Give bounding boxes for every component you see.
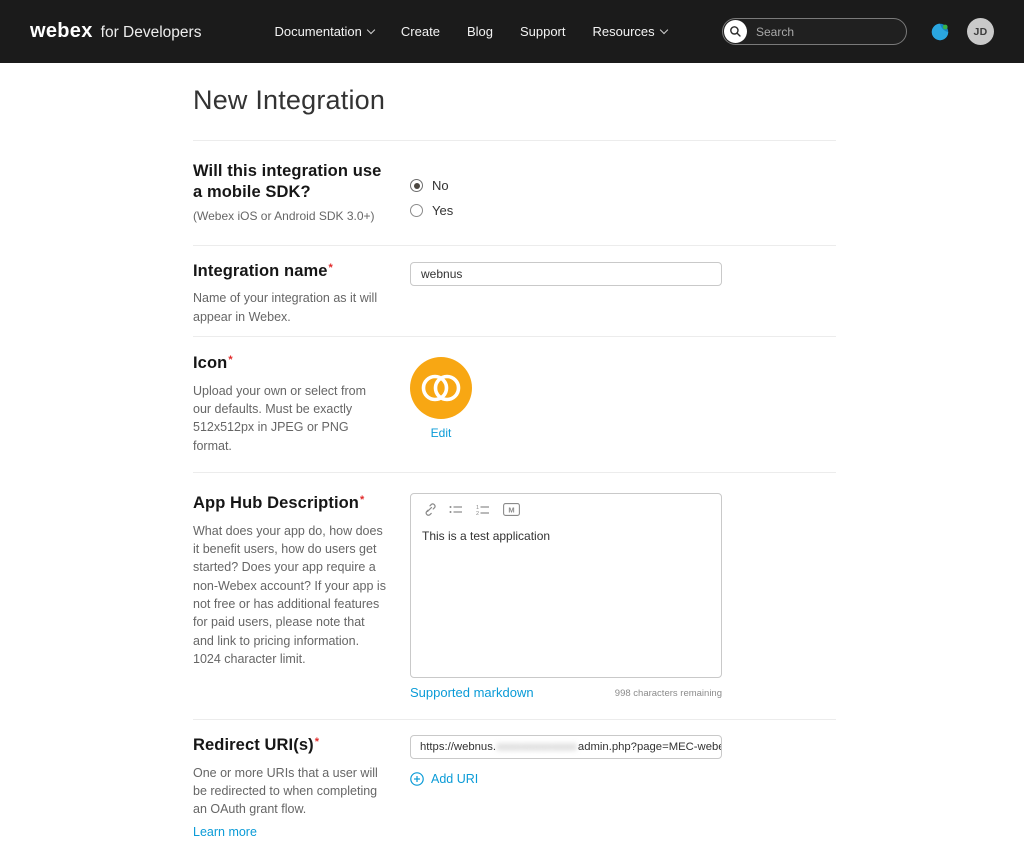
app-hub-description-text: What does your app do, how does it benef… xyxy=(193,522,386,669)
redirect-uri-label: Redirect URI(s)* xyxy=(193,735,386,756)
nav-item-documentation[interactable]: Documentation xyxy=(274,24,373,39)
nav-label: Blog xyxy=(467,24,493,39)
svg-text:M: M xyxy=(508,506,514,515)
redirect-uri-description: One or more URIs that a user will be red… xyxy=(193,764,386,819)
description-editor[interactable]: 12 M This is a test application xyxy=(410,493,722,678)
integration-name-label: Integration name* xyxy=(193,261,386,282)
section-icon: Icon* Upload your own or select from our… xyxy=(193,337,836,473)
radio-yes-icon[interactable] xyxy=(410,204,423,217)
radio-option-no[interactable]: No xyxy=(410,178,836,193)
editor-toolbar: 12 M xyxy=(422,503,710,516)
label-text: Integration name xyxy=(193,262,328,280)
label-text: App Hub Description xyxy=(193,494,359,512)
top-navbar: webex for Developers Documentation Creat… xyxy=(0,0,1024,63)
integration-name-label-col: Integration name* Name of your integrati… xyxy=(193,261,410,326)
app-hub-label: App Hub Description* xyxy=(193,493,386,514)
app-hub-label-col: App Hub Description* What does your app … xyxy=(193,493,410,700)
webex-logo[interactable]: webex for Developers xyxy=(30,20,201,43)
page-title: New Integration xyxy=(193,85,836,116)
uri-suffix: admin.php?page=MEC-webex xyxy=(578,741,722,753)
new-integration-form: New Integration Will this integration us… xyxy=(193,85,836,853)
add-uri-button[interactable]: Add URI xyxy=(410,772,478,786)
integration-name-field-col xyxy=(410,261,836,326)
search-box[interactable] xyxy=(722,18,907,45)
mobile-sdk-label-col: Will this integration use a mobile SDK? … xyxy=(193,161,410,228)
nav-label: Documentation xyxy=(274,24,361,39)
unordered-list-icon[interactable] xyxy=(449,504,463,515)
avatar[interactable]: JD xyxy=(967,18,994,45)
integration-name-description: Name of your integration as it will appe… xyxy=(193,289,386,326)
logo-suffix: for Developers xyxy=(101,24,202,42)
label-text: Redirect URI(s) xyxy=(193,736,314,754)
icon-label: Icon* xyxy=(193,353,386,374)
required-marker: * xyxy=(360,494,364,506)
radio-no-icon[interactable] xyxy=(410,179,423,192)
section-app-hub-description: App Hub Description* What does your app … xyxy=(193,473,836,720)
nav-item-blog[interactable]: Blog xyxy=(467,24,493,39)
nav-item-support[interactable]: Support xyxy=(520,24,566,39)
mobile-sdk-label: Will this integration use a mobile SDK? xyxy=(193,161,386,204)
search-icon xyxy=(724,20,747,43)
link-icon[interactable] xyxy=(422,503,436,516)
svg-text:2: 2 xyxy=(476,511,479,516)
required-marker: * xyxy=(329,262,333,274)
overlapping-rings-icon xyxy=(420,373,462,403)
app-icon-preview[interactable] xyxy=(410,357,472,419)
nav-item-create[interactable]: Create xyxy=(401,24,440,39)
section-integration-name: Integration name* Name of your integrati… xyxy=(193,246,836,337)
mobile-sdk-hint: (Webex iOS or Android SDK 3.0+) xyxy=(193,209,386,223)
dark-mode-toggle-icon[interactable] xyxy=(930,22,950,42)
radio-option-yes[interactable]: Yes xyxy=(410,203,836,218)
characters-remaining: 998 characters remaining xyxy=(615,685,722,699)
integration-name-input[interactable] xyxy=(410,262,722,286)
nav-label: Create xyxy=(401,24,440,39)
icon-label-col: Icon* Upload your own or select from our… xyxy=(193,353,410,455)
app-hub-field-col: 12 M This is a test application Supporte… xyxy=(410,493,836,700)
mobile-sdk-field-col: No Yes xyxy=(410,161,836,228)
avatar-initials: JD xyxy=(973,26,987,38)
nav-label: Resources xyxy=(593,24,655,39)
label-text: Icon xyxy=(193,354,227,372)
description-value[interactable]: This is a test application xyxy=(422,528,710,545)
nav-label: Support xyxy=(520,24,566,39)
main-nav: Documentation Create Blog Support Resour… xyxy=(274,24,666,39)
uri-redacted-segment: xxxxxxxxxxxxx xyxy=(497,741,577,753)
logo-brand: webex xyxy=(30,20,93,43)
editor-footer: Supported markdown 998 characters remain… xyxy=(410,685,722,700)
chevron-down-icon xyxy=(367,25,375,33)
redirect-uri-input[interactable]: https://webnus.xxxxxxxxxxxxxadmin.php?pa… xyxy=(410,735,722,759)
section-redirect-uris: Redirect URI(s)* One or more URIs that a… xyxy=(193,720,836,853)
radio-yes-label: Yes xyxy=(432,203,453,218)
circled-plus-icon xyxy=(410,772,424,786)
add-uri-label: Add URI xyxy=(431,772,478,786)
chevron-down-icon xyxy=(659,25,667,33)
nav-item-resources[interactable]: Resources xyxy=(593,24,667,39)
radio-no-label: No xyxy=(432,178,449,193)
required-marker: * xyxy=(228,354,232,366)
section-mobile-sdk: Will this integration use a mobile SDK? … xyxy=(193,141,836,246)
search-input[interactable] xyxy=(754,24,889,40)
icon-field-col: Edit xyxy=(410,353,836,455)
label-text: Will this integration use a mobile SDK? xyxy=(193,162,381,201)
learn-more-link[interactable]: Learn more xyxy=(193,825,257,839)
required-marker: * xyxy=(315,736,319,748)
ordered-list-icon[interactable]: 12 xyxy=(476,504,490,516)
icon-edit-link[interactable]: Edit xyxy=(410,426,472,440)
supported-markdown-link[interactable]: Supported markdown xyxy=(410,685,534,700)
markdown-icon[interactable]: M xyxy=(503,503,520,516)
icon-description: Upload your own or select from our defau… xyxy=(193,382,386,456)
uri-prefix: https://webnus. xyxy=(420,741,496,753)
